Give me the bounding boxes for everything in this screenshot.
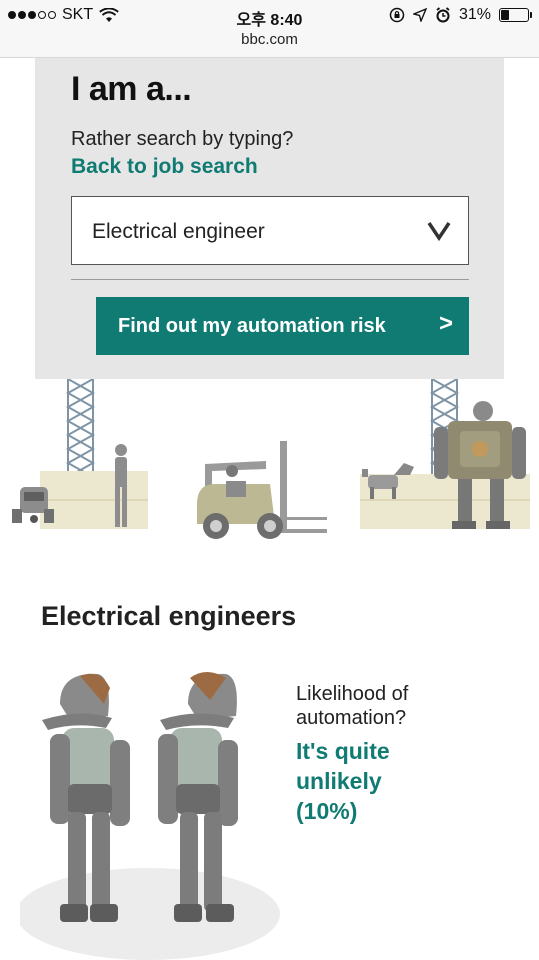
- chevron-down-icon: [427, 222, 451, 242]
- job-select-value: Electrical engineer: [92, 220, 265, 243]
- factory-illustration: [12, 379, 530, 539]
- likelihood-label: Likelihood of automation?: [296, 682, 496, 730]
- search-prompt: Rather search by typing?: [71, 128, 294, 150]
- exoskeleton-workers-illustration: [20, 672, 280, 960]
- result-title: Electrical engineers: [41, 601, 297, 631]
- verdict-line2: unlikely: [296, 768, 382, 794]
- rotation-lock-icon: [389, 7, 405, 23]
- chevron-right-icon: >: [438, 310, 453, 337]
- likelihood-label-line1: Likelihood of: [296, 683, 409, 705]
- address-bar[interactable]: bbc.com: [0, 31, 539, 48]
- ground-shadow: [20, 868, 280, 960]
- forklift-icon: [197, 441, 327, 539]
- location-arrow-icon: [412, 8, 427, 22]
- back-to-job-search-link[interactable]: Back to job search: [71, 155, 258, 179]
- status-bar: SKT 오후 8:40 31% bbc.com: [0, 0, 539, 58]
- alarm-icon: [436, 7, 450, 23]
- verdict-line3: (10%): [296, 798, 358, 824]
- small-robot-icon: [12, 487, 54, 523]
- status-row: SKT 오후 8:40 31%: [0, 4, 539, 29]
- status-right: 31%: [389, 6, 532, 24]
- page-heading: I am a...: [71, 70, 192, 108]
- job-select[interactable]: Electrical engineer: [71, 196, 469, 265]
- automation-verdict: It's quite unlikely (10%): [296, 736, 496, 826]
- likelihood-label-line2: automation?: [296, 707, 407, 729]
- battery-percent: 31%: [458, 6, 491, 23]
- verdict-line1: It's quite: [296, 738, 390, 764]
- find-automation-risk-button[interactable]: Find out my automation risk >: [96, 297, 469, 355]
- cta-label: Find out my automation risk: [118, 314, 386, 337]
- job-search-card: I am a... Rather search by typing? Back …: [35, 58, 504, 379]
- battery-icon: [499, 8, 532, 22]
- divider: [71, 279, 469, 280]
